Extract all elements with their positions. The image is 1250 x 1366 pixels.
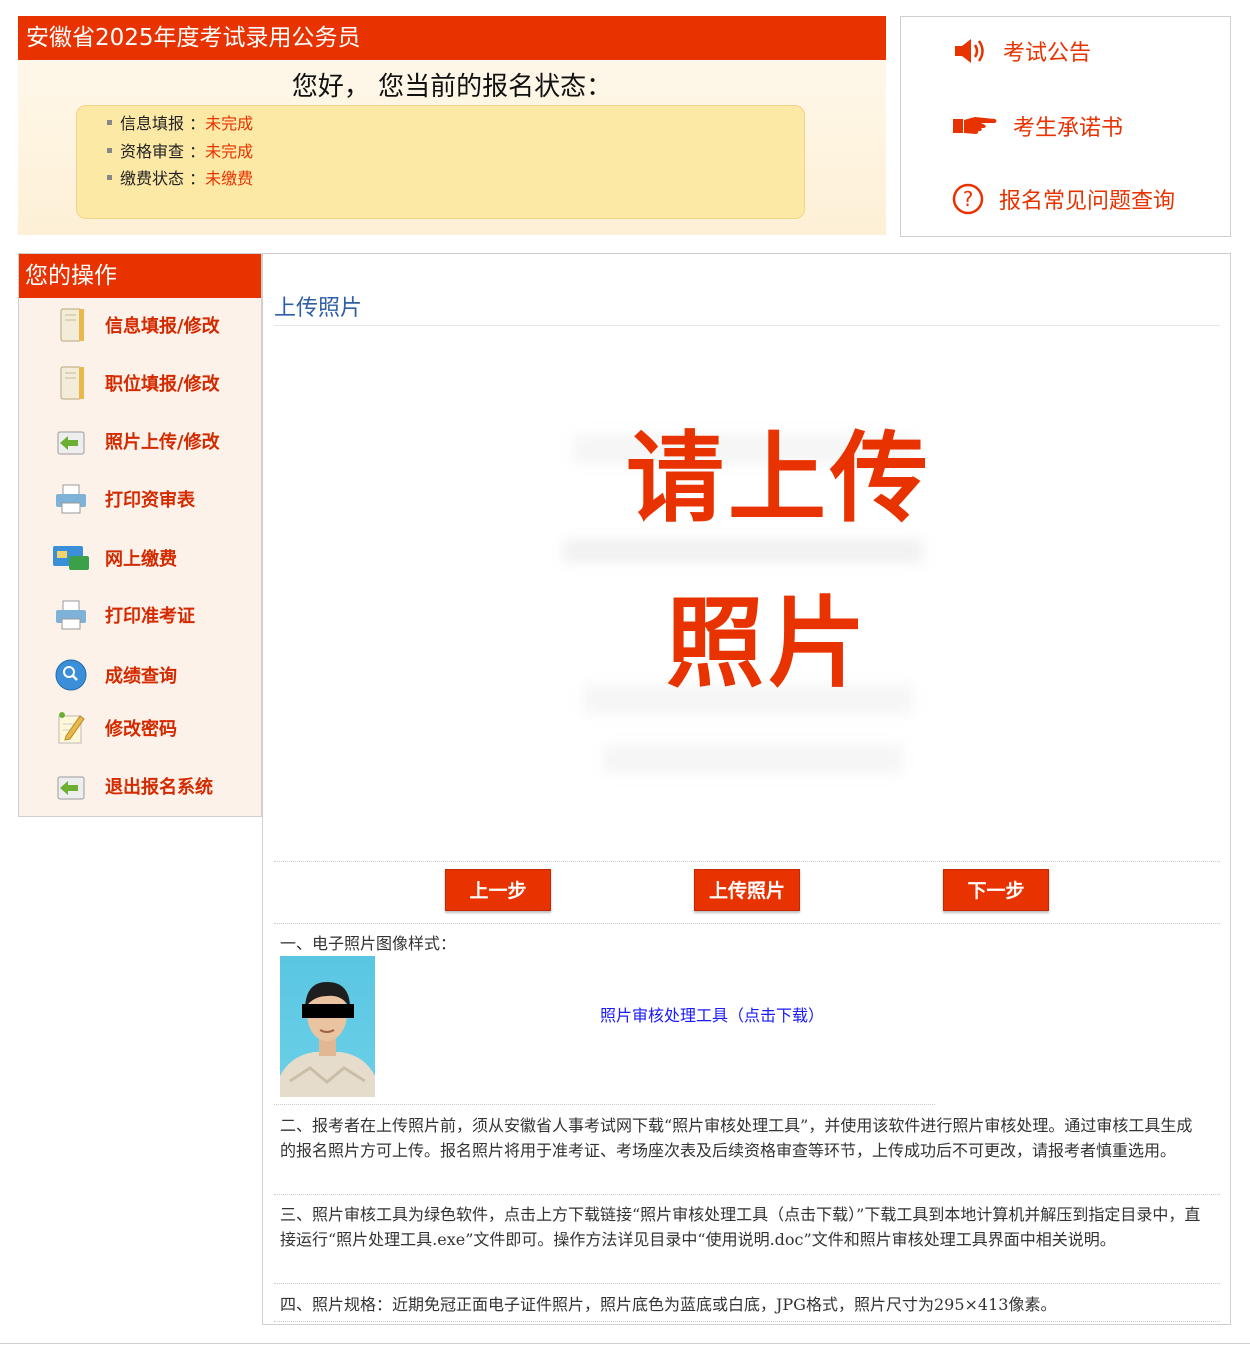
divider — [274, 861, 1220, 862]
divider — [274, 1321, 1220, 1322]
status-separator: ： — [189, 169, 206, 188]
quick-link-label: 考生承诺书 — [1013, 116, 1124, 141]
sidebar-item-label: 打印资审表 — [105, 490, 195, 511]
status-separator: ： — [189, 114, 206, 133]
sidebar-item-photo-upload[interactable]: 照片上传/修改 — [51, 423, 220, 459]
divider — [274, 1104, 935, 1105]
status-value: 未缴费 — [205, 169, 254, 188]
sidebar-item-label: 照片上传/修改 — [105, 432, 220, 453]
exit-tray-icon — [51, 768, 91, 804]
sidebar-item-label: 网上缴费 — [105, 549, 177, 570]
magnifier-icon — [51, 657, 91, 693]
note-paragraph-2: 二、报考者在上传照片前，须从安徽省人事考试网下载“照片审核处理工具”，并使用该软… — [280, 1116, 1193, 1160]
title-divider — [274, 325, 1220, 326]
sidebar-item-print-review-form[interactable]: 打印资审表 — [51, 481, 195, 517]
upload-placeholder-text: 请上传 — [626, 421, 933, 536]
sample-id-photo — [280, 956, 375, 1097]
note-paragraph-4: 四、照片规格：近期免冠正面电子证件照片，照片底色为蓝底或白底，JPG格式，照片尺… — [280, 1295, 1057, 1314]
greeting-text: 您好， 您当前的报名状态： — [291, 72, 613, 102]
section-title: 上传照片 — [274, 296, 363, 321]
sidebar-item-position-edit[interactable]: 职位填报/修改 — [51, 365, 220, 401]
pencil-note-icon — [51, 710, 91, 746]
sidebar: 您的操作 信息填报/修改 职位填报/修改 照片上传/修改 打印资审表 网上缴费 — [18, 253, 262, 817]
photo-style-title: 一、电子照片图像样式： — [280, 934, 457, 953]
status-label: 缴费状态 — [120, 169, 185, 188]
quick-link-label: 报名常见问题查询 — [999, 189, 1176, 214]
payment-card-icon — [51, 540, 91, 576]
svg-text:?: ? — [963, 187, 974, 211]
sidebar-item-info-edit[interactable]: 信息填报/修改 — [51, 307, 220, 343]
question-circle-icon: ? — [952, 183, 984, 215]
bullet-icon — [107, 174, 112, 180]
prev-step-button[interactable]: 上一步 — [445, 869, 551, 911]
sidebar-item-score-query[interactable]: 成绩查询 — [51, 657, 177, 693]
sidebar-item-logout[interactable]: 退出报名系统 — [51, 768, 213, 804]
sidebar-item-label: 退出报名系统 — [105, 777, 213, 798]
sidebar-title: 您的操作 — [19, 254, 261, 298]
main-content: 上传照片 请上传 照片 上一步 上传照片 下一步 一、电子照片图像样式： 照片审… — [262, 253, 1231, 1325]
printer-icon — [51, 481, 91, 517]
sidebar-item-online-payment[interactable]: 网上缴费 — [51, 540, 177, 576]
sidebar-item-label: 打印准考证 — [105, 606, 195, 627]
status-box: 信息填报 ：未完成 资格审查 ：未完成 缴费状态 ：未缴费 — [76, 105, 805, 219]
upload-placeholder-text: 照片 — [666, 586, 871, 701]
photo-preview: 请上传 照片 — [563, 394, 933, 794]
status-value: 未完成 — [205, 142, 254, 161]
footer-divider — [0, 1343, 1250, 1344]
speaker-icon — [955, 39, 984, 63]
sidebar-item-label: 信息填报/修改 — [105, 316, 220, 337]
status-label: 资格审查 — [120, 142, 185, 161]
upload-photo-button[interactable]: 上传照片 — [694, 869, 800, 911]
exam-announcement-link[interactable]: 考试公告 — [951, 35, 1091, 67]
upload-tray-icon — [51, 423, 91, 459]
printer-icon — [51, 597, 91, 633]
sidebar-item-label: 修改密码 — [105, 719, 177, 740]
divider — [274, 1194, 1220, 1195]
note-paragraph-3: 三、照片审核工具为绿色软件，点击上方下载链接“照片审核处理工具（点击下载）”下载… — [280, 1205, 1201, 1249]
notebook-icon — [51, 365, 91, 401]
candidate-pledge-link[interactable]: 考生承诺书 — [951, 110, 1123, 142]
status-panel: 安徽省2025年度考试录用公务员 您好， 您当前的报名状态： 信息填报 ：未完成… — [18, 16, 886, 235]
notebook-icon — [51, 307, 91, 343]
sidebar-item-label: 成绩查询 — [105, 666, 177, 687]
status-row-info: 信息填报 ：未完成 — [107, 110, 253, 134]
sidebar-item-change-password[interactable]: 修改密码 — [51, 710, 177, 746]
divider — [274, 1283, 1220, 1284]
sidebar-item-label: 职位填报/修改 — [105, 374, 220, 395]
quick-link-label: 考试公告 — [1003, 41, 1092, 66]
status-row-qualification: 资格审查 ：未完成 — [107, 138, 253, 162]
divider — [274, 923, 1220, 924]
status-value: 未完成 — [205, 114, 254, 133]
status-separator: ： — [189, 142, 206, 161]
quick-links-panel: 考试公告 考生承诺书 ? 报名常见问题查询 — [900, 16, 1231, 237]
bullet-icon — [107, 119, 112, 125]
pointing-hand-icon — [953, 117, 997, 134]
exam-title: 安徽省2025年度考试录用公务员 — [18, 16, 886, 60]
sidebar-item-print-admission-ticket[interactable]: 打印准考证 — [51, 597, 195, 633]
photo-tool-download-link[interactable]: 照片审核处理工具（点击下载） — [600, 1002, 824, 1026]
next-step-button[interactable]: 下一步 — [943, 869, 1049, 911]
status-label: 信息填报 — [120, 114, 185, 133]
status-row-payment: 缴费状态 ：未缴费 — [107, 165, 253, 189]
bullet-icon — [107, 147, 112, 153]
faq-link[interactable]: ? 报名常见问题查询 — [951, 182, 1175, 216]
